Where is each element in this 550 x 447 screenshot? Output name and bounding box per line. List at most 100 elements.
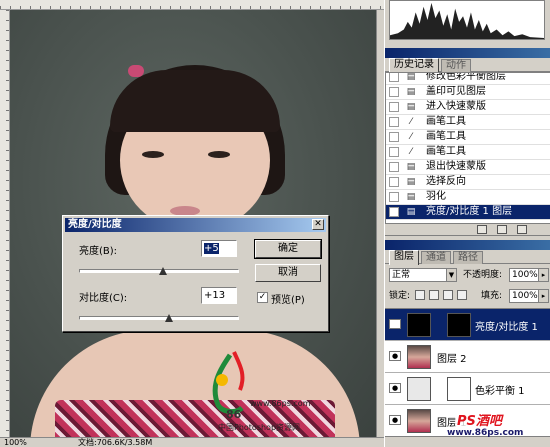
history-item[interactable]: ⁄ 画笔工具	[386, 145, 550, 160]
tab-history[interactable]: 历史记录	[389, 58, 439, 73]
history-source-checkbox[interactable]	[389, 132, 399, 142]
history-item-label: 画笔工具	[426, 131, 466, 142]
contrast-slider-track[interactable]	[79, 316, 239, 320]
history-item[interactable]: ▤ 修改色彩平衡图层	[386, 72, 550, 85]
brightness-input[interactable]: +5	[201, 240, 237, 257]
ok-button[interactable]: 确定	[254, 239, 322, 259]
tab-paths[interactable]: 路径	[453, 251, 483, 264]
vertical-ruler	[0, 10, 10, 437]
tab-channels[interactable]: 通道	[421, 251, 451, 264]
brightness-slider-thumb[interactable]	[159, 267, 167, 275]
history-item[interactable]: ⁄ 画笔工具	[386, 130, 550, 145]
watermark-name: 中国Photoshop资源网	[218, 423, 301, 432]
history-source-checkbox[interactable]	[389, 117, 399, 127]
lock-transparent-icon[interactable]	[415, 290, 425, 300]
opacity-input[interactable]: 100% ▸	[509, 268, 549, 282]
close-icon[interactable]: ✕	[312, 219, 324, 230]
doc-icon: ▤	[406, 207, 416, 217]
layer-mask-thumbnail[interactable]	[447, 313, 471, 337]
eye-visibility-icon[interactable]: ●	[389, 319, 401, 329]
preview-checkbox[interactable]: ✓	[257, 292, 268, 303]
history-item-label: 盖印可见图层	[426, 86, 486, 97]
history-item-label: 画笔工具	[426, 146, 466, 157]
eye-visibility-icon[interactable]: ●	[389, 351, 401, 361]
layers-tabs: 图层 通道 路径	[385, 250, 550, 265]
history-item[interactable]: ⁄ 画笔工具	[386, 115, 550, 130]
hair-clip-shape	[128, 65, 144, 77]
chevron-down-icon: ▸	[538, 290, 548, 302]
brightness-label: 亮度(B):	[79, 246, 118, 257]
layer-row[interactable]: ● 色彩平衡 1	[385, 373, 550, 405]
ps-bar-site: www.86ps.com	[447, 428, 524, 438]
layers-panel-titlebar[interactable]	[385, 240, 550, 250]
history-item[interactable]: ▤ 盖印可见图层	[386, 85, 550, 100]
layer-thumbnail[interactable]	[407, 313, 431, 337]
vertical-scrollbar[interactable]	[376, 10, 384, 437]
preview-label[interactable]: 预览(P)	[271, 291, 305, 306]
brush-icon: ⁄	[410, 132, 412, 142]
history-source-checkbox[interactable]	[389, 207, 399, 217]
layer-name: 色彩平衡 1	[475, 386, 525, 397]
opacity-label: 不透明度:	[463, 270, 503, 280]
eye-visibility-icon[interactable]: ●	[389, 415, 401, 425]
layer-thumbnail[interactable]	[407, 409, 431, 433]
left-eye-shape	[142, 151, 164, 158]
contrast-input[interactable]: +13	[201, 287, 237, 304]
history-item[interactable]: ▤ 亮度/对比度 1 图层	[386, 205, 550, 220]
layer-name: 图层 2	[437, 354, 467, 365]
layer-thumbnail[interactable]	[407, 345, 431, 369]
doc-icon: ▤	[406, 87, 416, 97]
right-panel-dock: 历史记录 动作 ▤ 修改色彩平衡图层 ▤ 盖印可见图层 ▤ 进入快速蒙版 ⁄ 画笔工具 ⁄ 画笔工…	[384, 0, 550, 447]
history-source-checkbox[interactable]	[389, 73, 399, 82]
layer-thumbnail[interactable]	[407, 377, 431, 401]
history-item-label: 画笔工具	[426, 116, 466, 127]
layer-mask-thumbnail[interactable]	[447, 377, 471, 401]
brush-icon: ⁄	[410, 117, 412, 127]
history-item[interactable]: ▤ 羽化	[386, 190, 550, 205]
right-eye-shape	[208, 151, 230, 158]
fill-label: 填充:	[481, 291, 503, 301]
layer-row[interactable]: ● 图层 2	[385, 341, 550, 373]
history-item[interactable]: ▤ 进入快速蒙版	[386, 100, 550, 115]
zoom-level[interactable]: 100%	[4, 438, 27, 447]
history-item-label: 亮度/对比度 1 图层	[426, 206, 513, 217]
layer-row[interactable]: ● 亮度/对比度 1	[385, 309, 550, 341]
lock-paint-icon[interactable]	[429, 290, 439, 300]
history-source-checkbox[interactable]	[389, 102, 399, 112]
doc-icon: ▤	[406, 72, 416, 82]
history-item-label: 修改色彩平衡图层	[426, 72, 506, 82]
tab-layers[interactable]: 图层	[389, 250, 419, 265]
history-item-label: 选择反向	[426, 176, 466, 187]
brightness-contrast-dialog: 亮度/对比度 ✕ 亮度(B): +5 对比度(C): +13 确定 取消 ✓ 预…	[62, 215, 329, 332]
fill-input[interactable]: 100% ▸	[509, 289, 549, 303]
eye-visibility-icon[interactable]: ●	[389, 383, 401, 393]
history-source-checkbox[interactable]	[389, 87, 399, 97]
horizontal-ruler	[0, 0, 384, 10]
doc-icon: ▤	[406, 162, 416, 172]
history-list: ▤ 修改色彩平衡图层 ▤ 盖印可见图层 ▤ 进入快速蒙版 ⁄ 画笔工具 ⁄ 画笔工具 ⁄ 画笔工具 ▤ 退…	[385, 72, 550, 224]
dialog-titlebar[interactable]: 亮度/对比度 ✕	[65, 218, 326, 232]
watermark-site: www.86ps.com	[250, 399, 311, 408]
history-panel-titlebar[interactable]	[385, 48, 550, 58]
history-source-checkbox[interactable]	[389, 192, 399, 202]
lock-move-icon[interactable]	[443, 290, 453, 300]
trash-icon[interactable]	[517, 225, 527, 234]
snapshot-icon[interactable]	[497, 225, 507, 234]
chevron-down-icon: ▸	[538, 269, 548, 281]
contrast-slider-thumb[interactable]	[165, 314, 174, 322]
history-source-checkbox[interactable]	[389, 177, 399, 187]
lock-all-icon[interactable]	[457, 290, 467, 300]
history-item[interactable]: ▤ 退出快速蒙版	[386, 160, 550, 175]
cancel-button[interactable]: 取消	[255, 264, 321, 282]
doc-icon: ▤	[406, 102, 416, 112]
bangs-shape	[110, 70, 280, 132]
document-size-info[interactable]: 文档:706.6K/3.58M	[78, 438, 152, 447]
tab-actions[interactable]: 动作	[441, 59, 471, 72]
chevron-down-icon: ▼	[446, 269, 456, 281]
history-source-checkbox[interactable]	[389, 162, 399, 172]
blend-mode-select[interactable]: 正常 ▼	[389, 268, 457, 282]
history-item[interactable]: ▤ 选择反向	[386, 175, 550, 190]
new-document-from-state-icon[interactable]	[477, 225, 487, 234]
brush-icon: ⁄	[410, 147, 412, 157]
history-source-checkbox[interactable]	[389, 147, 399, 157]
